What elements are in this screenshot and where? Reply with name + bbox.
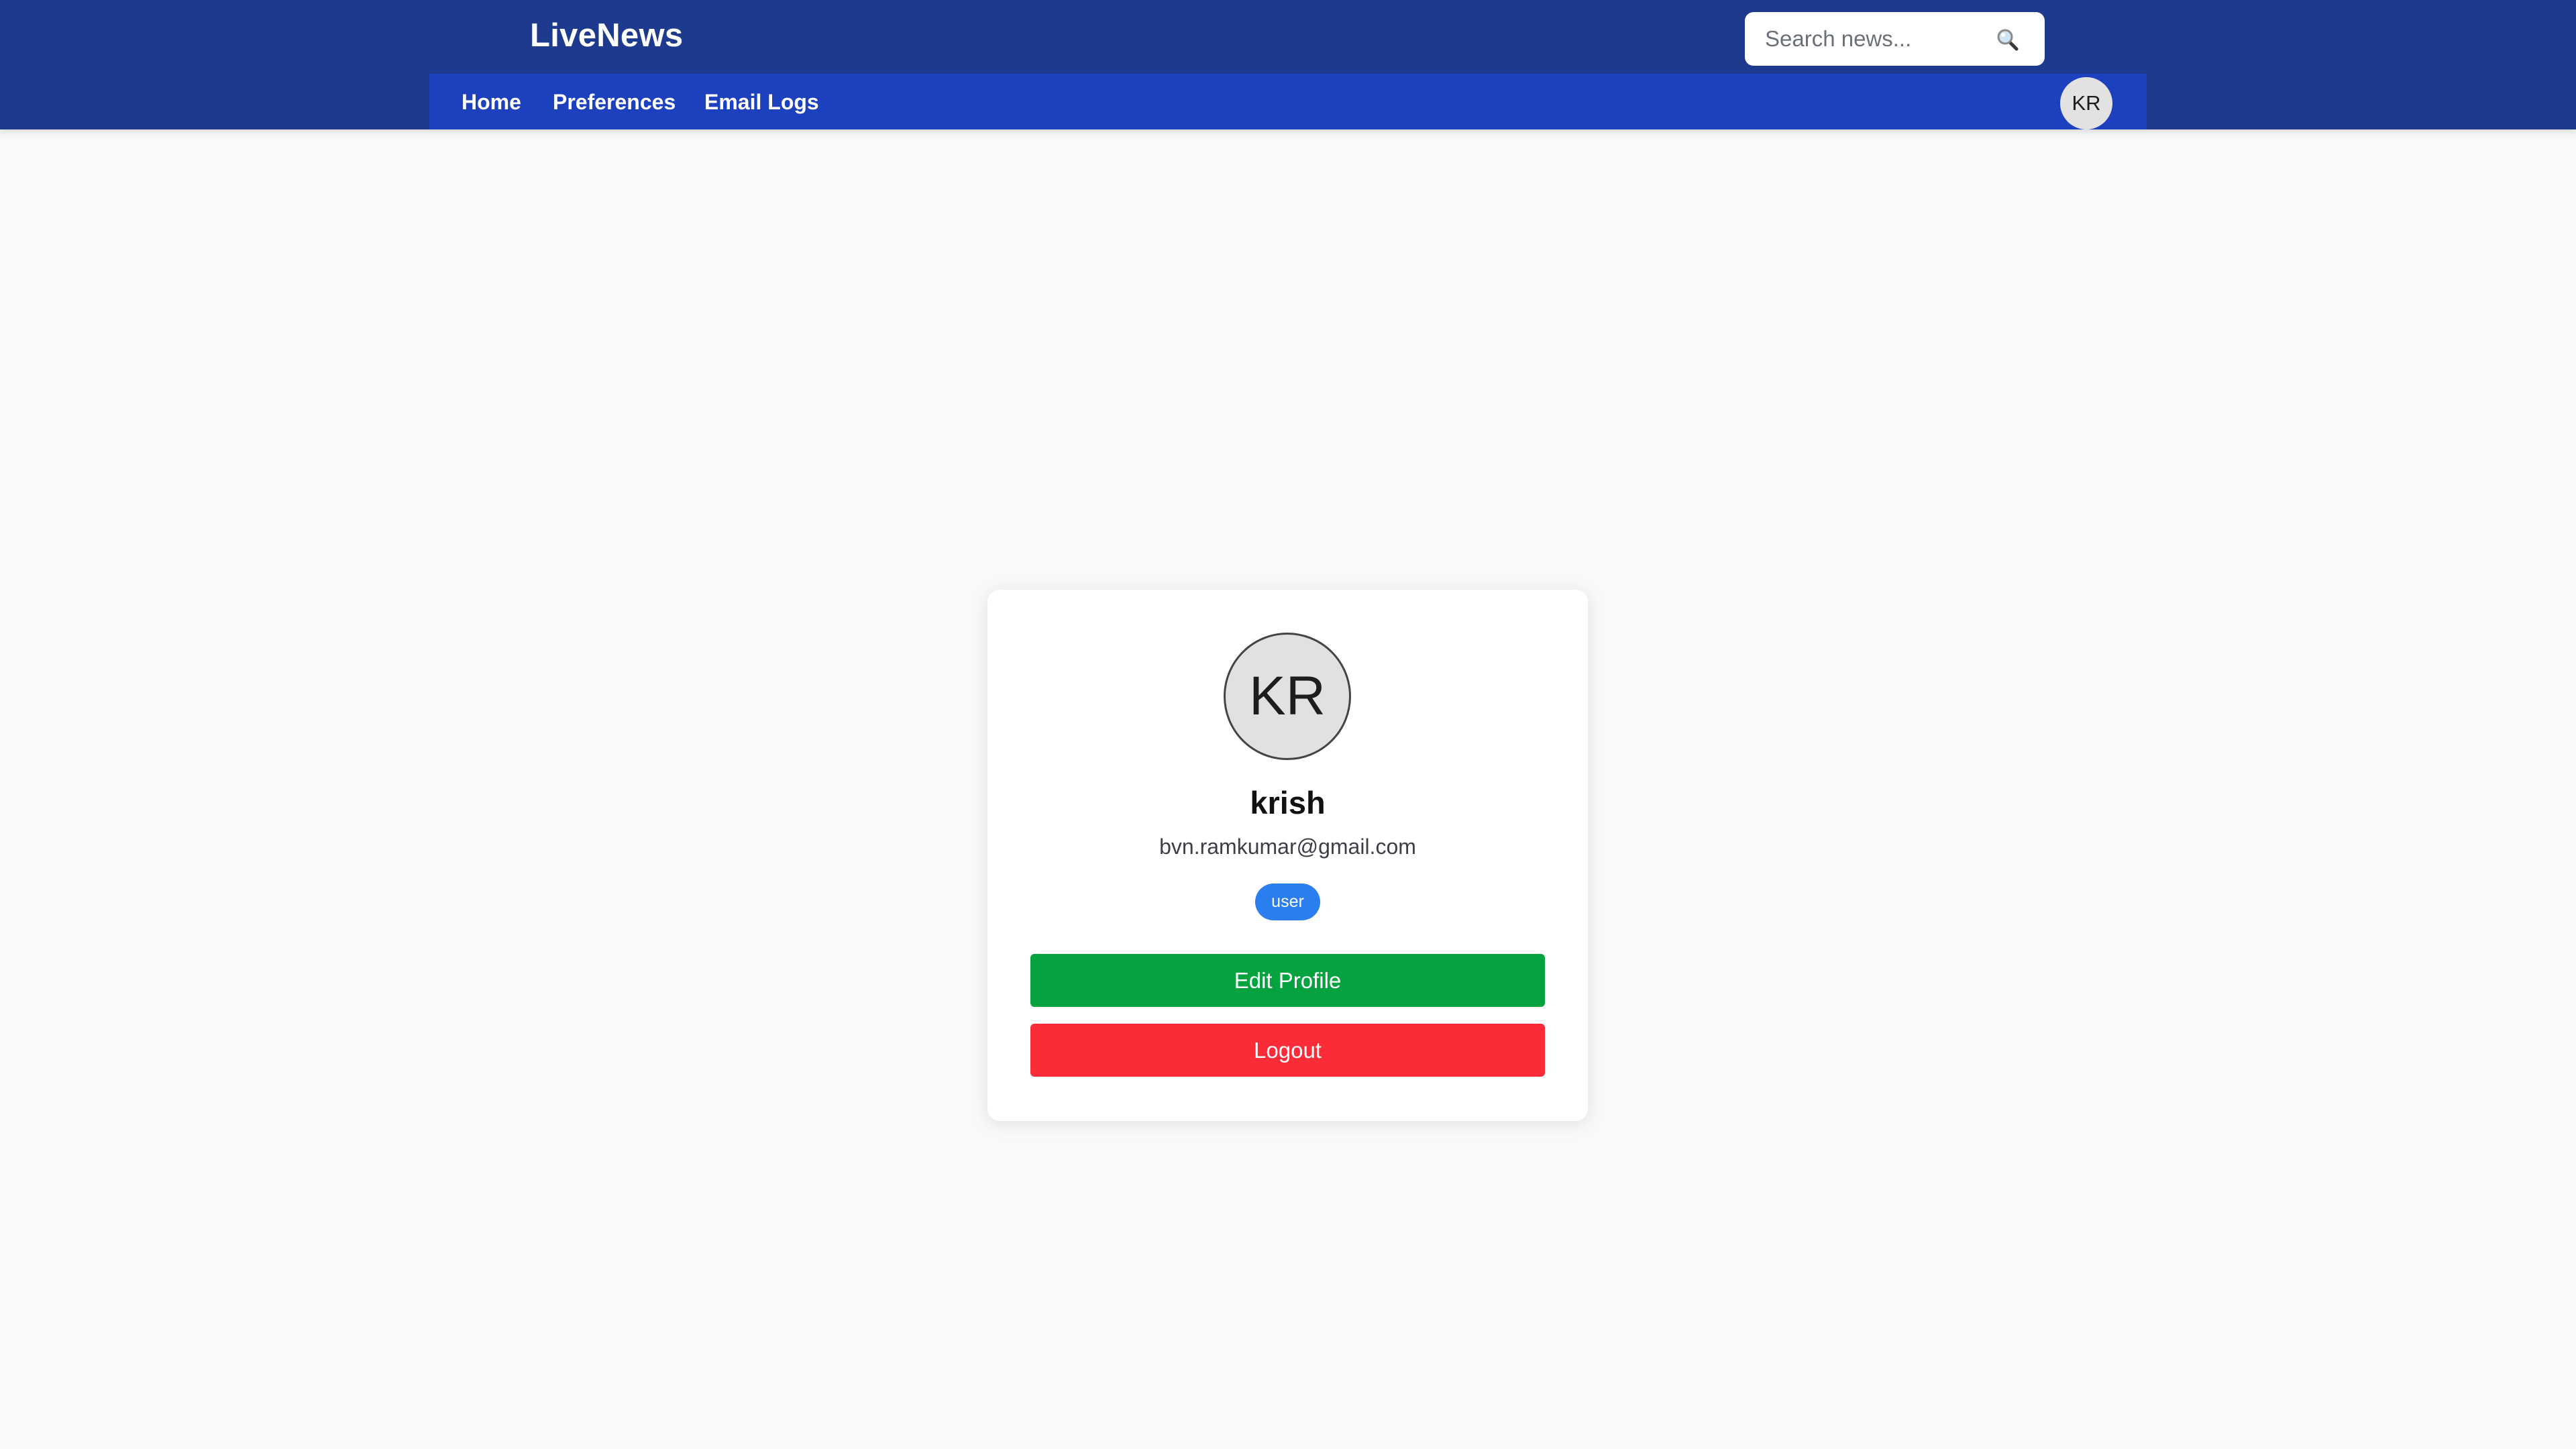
profile-name: krish [1250,785,1326,820]
edit-profile-button[interactable]: Edit Profile [1030,954,1545,1007]
nav-link-email-logs[interactable]: Email Logs [704,90,819,115]
nav-link-preferences[interactable]: Preferences [553,90,676,115]
profile-avatar: KR [1224,633,1351,760]
logout-button[interactable]: Logout [1030,1024,1545,1077]
search-box[interactable] [1745,12,2045,66]
nav-link-home[interactable]: Home [462,90,521,115]
profile-email: bvn.ramkumar@gmail.com [1159,835,1416,859]
brand-logo[interactable]: LiveNews [530,17,683,54]
user-avatar-button[interactable]: KR [2060,77,2112,129]
role-badge: user [1255,883,1320,920]
top-header: LiveNews Home Preferences Email Logs KR [0,0,2576,129]
main-navbar: Home Preferences Email Logs KR [429,74,2147,129]
search-input[interactable] [1765,12,1993,66]
profile-card: KR krish bvn.ramkumar@gmail.com user Edi… [987,590,1588,1121]
search-icon[interactable] [1994,27,2021,54]
